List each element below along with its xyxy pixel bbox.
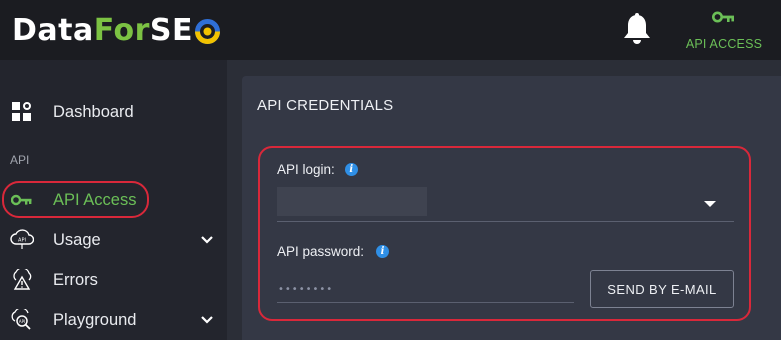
chevron-down-icon[interactable] (199, 232, 215, 248)
sidebar-item-label: API Access (53, 190, 137, 209)
api-password-label-text: API password: (277, 244, 365, 259)
search-api-icon: API (10, 308, 34, 332)
header-api-access-label: API ACCESS (685, 37, 763, 51)
cloud-api-icon: API (10, 228, 34, 252)
key-icon (712, 10, 736, 29)
logo-text-data: Data (12, 13, 94, 48)
dashboard-icon (10, 100, 34, 124)
sidebar-item-label: Errors (53, 270, 98, 289)
key-icon (10, 188, 34, 212)
api-password-field[interactable] (277, 276, 574, 303)
svg-text:API: API (19, 319, 25, 324)
sidebar-item-playground[interactable]: API Playground (0, 300, 227, 340)
dropdown-caret-icon[interactable] (704, 201, 716, 207)
info-icon[interactable]: i (344, 163, 358, 176)
bell-icon[interactable] (621, 12, 653, 46)
sidebar-item-usage[interactable]: API Usage (0, 220, 227, 260)
api-password-label: API password: i (277, 244, 390, 259)
logo-o-mark-icon (194, 18, 221, 45)
api-login-value-redacted (277, 187, 427, 216)
top-bar: Data For SE API ACCESS (0, 0, 781, 60)
dataforseo-logo[interactable]: Data For SE (12, 14, 221, 48)
sidebar-section-label: API (10, 153, 30, 167)
send-by-email-button[interactable]: SEND BY E-MAIL (590, 270, 734, 308)
sidebar-item-dashboard[interactable]: Dashboard (0, 92, 227, 132)
api-login-label-text: API login: (277, 162, 335, 177)
info-icon[interactable]: i (376, 245, 390, 258)
logo-text-se: SE (149, 13, 194, 48)
sidebar-item-label: Playground (53, 310, 137, 329)
sidebar-item-label: Usage (53, 230, 101, 249)
svg-text:API: API (18, 238, 26, 244)
header-api-access-button[interactable]: API ACCESS (683, 8, 765, 54)
api-login-label: API login: i (277, 162, 358, 177)
sidebar-item-errors[interactable]: Errors (0, 260, 227, 300)
warning-triangle-icon (10, 268, 34, 292)
card-title: API CREDENTIALS (257, 97, 394, 114)
sidebar-item-label: Dashboard (53, 102, 134, 121)
chevron-down-icon[interactable] (199, 312, 215, 328)
logo-text-for: For (93, 13, 150, 48)
sidebar-item-api-access[interactable]: API Access (0, 180, 227, 220)
